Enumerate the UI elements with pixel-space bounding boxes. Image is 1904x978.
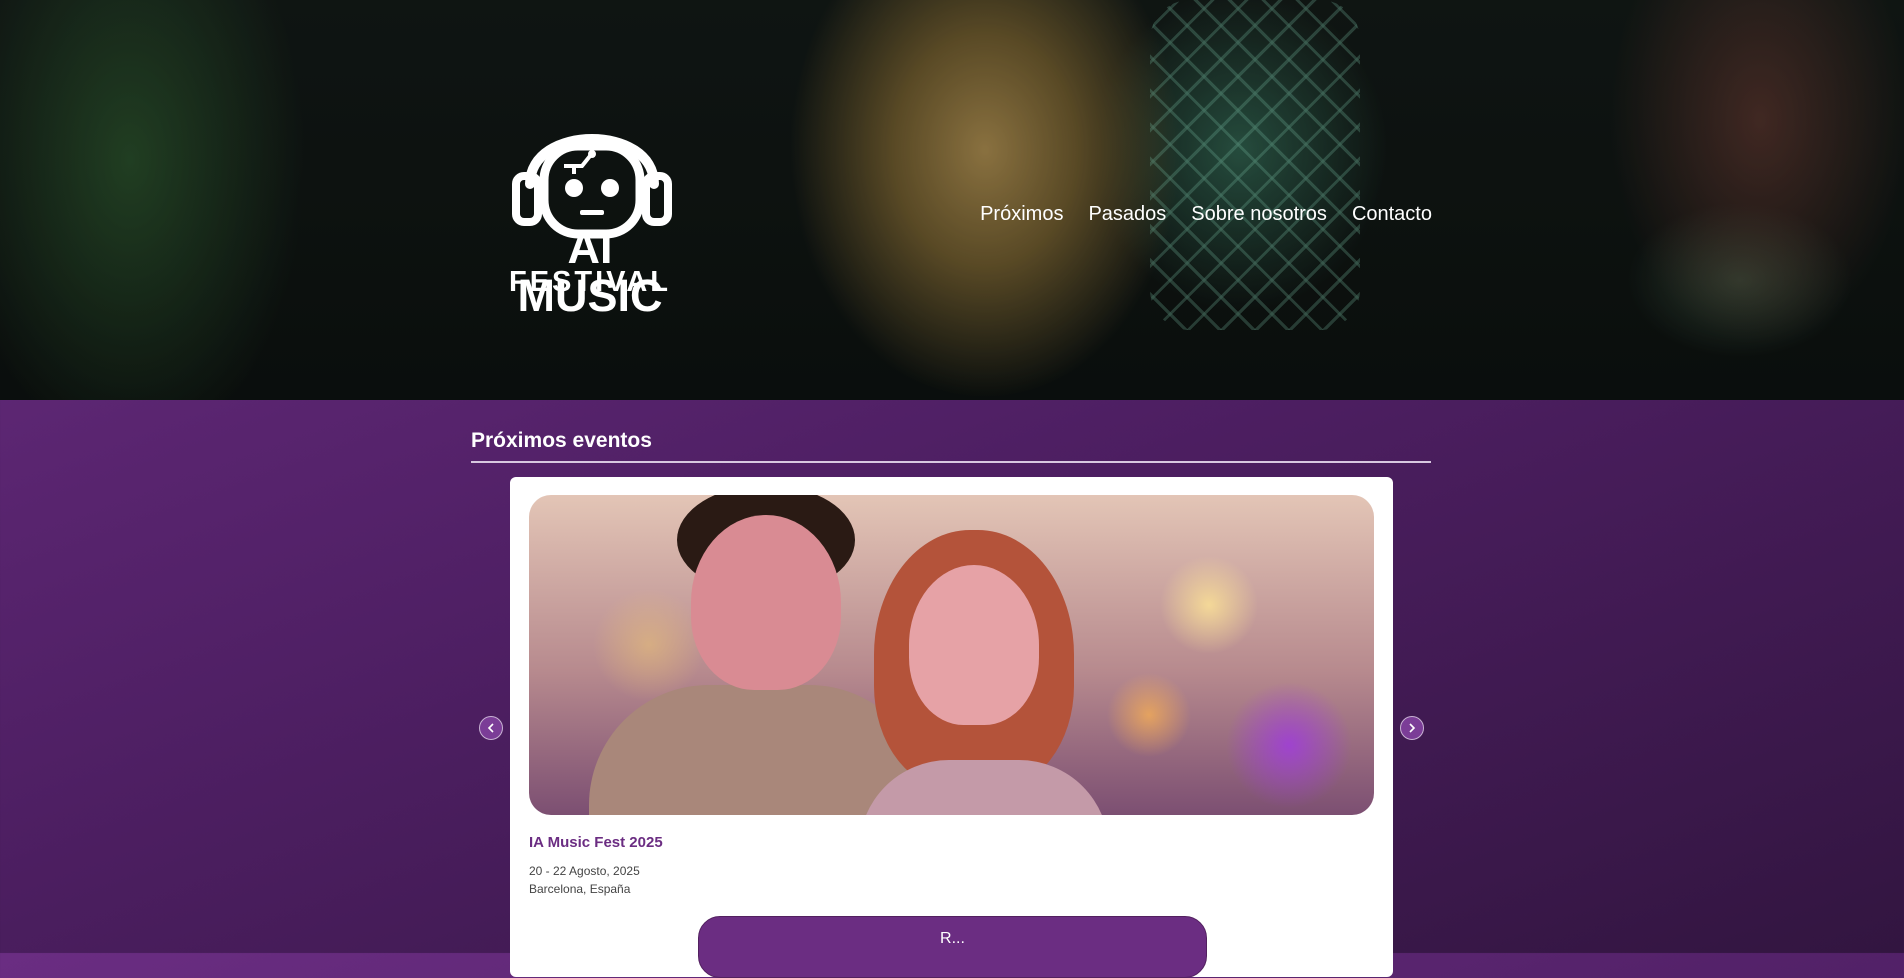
hero-banner <box>0 0 1904 400</box>
event-image-person <box>909 565 1039 725</box>
carousel-next-button[interactable] <box>1400 716 1424 740</box>
chevron-right-icon <box>1409 723 1416 733</box>
event-title[interactable]: IA Music Fest 2025 <box>529 834 663 851</box>
main-nav: Próximos Pasados Sobre nosotros Contacto <box>980 200 1432 228</box>
section-divider <box>471 461 1431 463</box>
nav-item-contacto[interactable]: Contacto <box>1352 200 1432 228</box>
hero-overlay <box>0 0 1904 400</box>
nav-item-sobre-nosotros[interactable]: Sobre nosotros <box>1191 200 1327 228</box>
event-image-person <box>691 515 841 690</box>
event-date: 20 - 22 Agosto, 2025 <box>529 864 640 878</box>
event-location: Barcelona, España <box>529 882 631 896</box>
nav-item-proximos[interactable]: Próximos <box>980 200 1063 228</box>
nav-item-pasados[interactable]: Pasados <box>1088 200 1166 228</box>
section-title: Próximos eventos <box>471 429 652 452</box>
carousel-prev-button[interactable] <box>479 716 503 740</box>
event-action-button[interactable]: R... <box>698 916 1207 978</box>
event-image[interactable] <box>529 495 1374 815</box>
chevron-left-icon <box>487 723 494 733</box>
logo-subtitle[interactable]: FESTIVAL <box>492 266 688 298</box>
event-card[interactable] <box>510 477 1393 977</box>
